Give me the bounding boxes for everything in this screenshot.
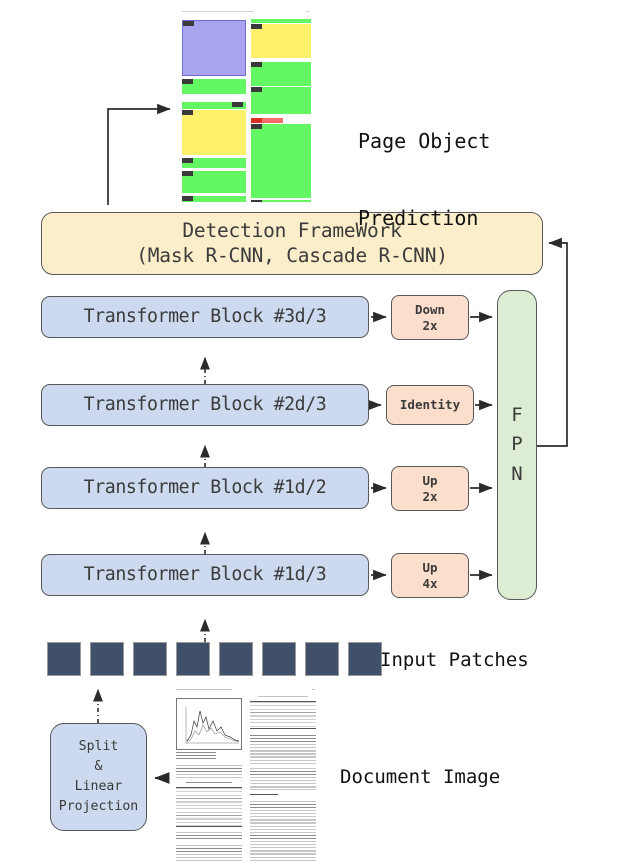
op-line2: 2x bbox=[422, 488, 438, 504]
region-table bbox=[182, 110, 246, 155]
doc-caption bbox=[176, 765, 242, 778]
region-figure bbox=[182, 20, 246, 76]
input-document-thumbnail bbox=[172, 686, 320, 862]
page-object-prediction-line2: Prediction bbox=[358, 205, 479, 230]
doc-section-heading bbox=[250, 794, 278, 797]
fpn-letter-p: P bbox=[511, 433, 523, 456]
doc-text bbox=[250, 735, 316, 765]
input-patch bbox=[305, 642, 339, 676]
doc-header-line bbox=[176, 689, 232, 691]
region-tag bbox=[182, 158, 193, 163]
op-line1: Identity bbox=[399, 397, 461, 412]
input-patch bbox=[219, 642, 253, 676]
doc-figure-chart bbox=[185, 707, 240, 744]
op-line2: 4x bbox=[422, 575, 438, 591]
doc-figure bbox=[176, 698, 242, 750]
input-patch bbox=[348, 642, 382, 676]
transformer-block-label: Transformer Block #2d/3 bbox=[83, 394, 327, 416]
doc-text bbox=[176, 832, 242, 840]
region-tag bbox=[182, 79, 193, 84]
transformer-block-label: Transformer Block #1d/3 bbox=[83, 564, 327, 586]
region-tag bbox=[251, 124, 262, 129]
arrow-framework-to-prediction bbox=[107, 103, 171, 205]
region-tag bbox=[182, 196, 193, 201]
transformer-block-3d3[interactable]: Transformer Block #3d/3 bbox=[41, 296, 369, 338]
input-patch bbox=[262, 642, 296, 676]
region-table bbox=[251, 24, 311, 58]
region-tag bbox=[251, 87, 262, 92]
doc-table bbox=[176, 787, 242, 827]
region-text bbox=[251, 124, 311, 198]
op-up-4x[interactable]: Up 4x bbox=[391, 553, 469, 598]
region-tag bbox=[251, 62, 262, 67]
region-tag bbox=[183, 21, 194, 26]
region-figure-caption bbox=[182, 79, 246, 94]
region-text bbox=[182, 171, 246, 193]
region-title bbox=[251, 118, 283, 123]
op-down-2x[interactable]: Down 2x bbox=[391, 295, 469, 340]
input-patch-row bbox=[47, 642, 387, 677]
region-text bbox=[251, 200, 311, 202]
fpn-letter-f: F bbox=[511, 403, 523, 426]
region-table-caption bbox=[182, 102, 246, 109]
transformer-block-label: Transformer Block #1d/2 bbox=[83, 477, 327, 499]
fpn-node[interactable]: F P N bbox=[497, 290, 537, 600]
doc-table-caption bbox=[186, 782, 232, 784]
split-line4: Projection bbox=[58, 798, 139, 814]
region-tag bbox=[182, 171, 193, 176]
input-patches-label: Input Patches bbox=[380, 649, 529, 671]
op-line1: Down bbox=[414, 301, 446, 317]
transformer-block-1d3[interactable]: Transformer Block #1d/3 bbox=[41, 554, 369, 596]
doc-table bbox=[250, 701, 316, 729]
region-text bbox=[182, 158, 246, 168]
input-patch bbox=[133, 642, 167, 676]
region-text bbox=[251, 62, 311, 86]
doc-text bbox=[250, 768, 316, 790]
region-tag bbox=[251, 118, 262, 123]
page-object-prediction-label: Page Object Prediction bbox=[358, 78, 490, 257]
split-line1: Split bbox=[78, 739, 119, 755]
region-text bbox=[251, 87, 311, 114]
split-line2: & bbox=[94, 759, 103, 775]
annotated-document-thumbnail bbox=[178, 8, 314, 202]
region-table-caption bbox=[251, 19, 311, 23]
op-line1: Up bbox=[422, 472, 438, 488]
split-linear-projection-node[interactable]: Split & Linear Projection bbox=[50, 723, 147, 831]
doc-table-caption bbox=[258, 696, 308, 698]
transformer-block-2d3[interactable]: Transformer Block #2d/3 bbox=[41, 384, 369, 426]
split-line3: Linear bbox=[74, 779, 123, 794]
doc-text bbox=[250, 801, 316, 862]
input-patch bbox=[176, 642, 210, 676]
fpn-letter-n: N bbox=[511, 462, 523, 485]
op-line2: 2x bbox=[422, 317, 438, 333]
transformer-block-label: Transformer Block #3d/3 bbox=[83, 306, 327, 328]
input-patch bbox=[90, 642, 124, 676]
doc-page-number bbox=[312, 689, 315, 691]
region-tag bbox=[251, 200, 262, 202]
doc-text bbox=[176, 845, 242, 862]
transformer-block-1d2[interactable]: Transformer Block #1d/2 bbox=[41, 467, 369, 509]
op-identity[interactable]: Identity bbox=[386, 385, 474, 425]
op-line1: Up bbox=[422, 559, 438, 575]
doc-legend bbox=[176, 752, 216, 761]
arrow-fpn-to-framework bbox=[537, 237, 568, 447]
region-tag bbox=[232, 102, 243, 107]
document-image-label: Document Image bbox=[340, 766, 501, 788]
op-up-2x[interactable]: Up 2x bbox=[391, 466, 469, 511]
region-text bbox=[182, 196, 246, 202]
input-patch bbox=[47, 642, 81, 676]
page-object-prediction-line1: Page Object bbox=[358, 129, 491, 154]
region-tag bbox=[251, 24, 262, 29]
region-tag bbox=[182, 110, 193, 115]
